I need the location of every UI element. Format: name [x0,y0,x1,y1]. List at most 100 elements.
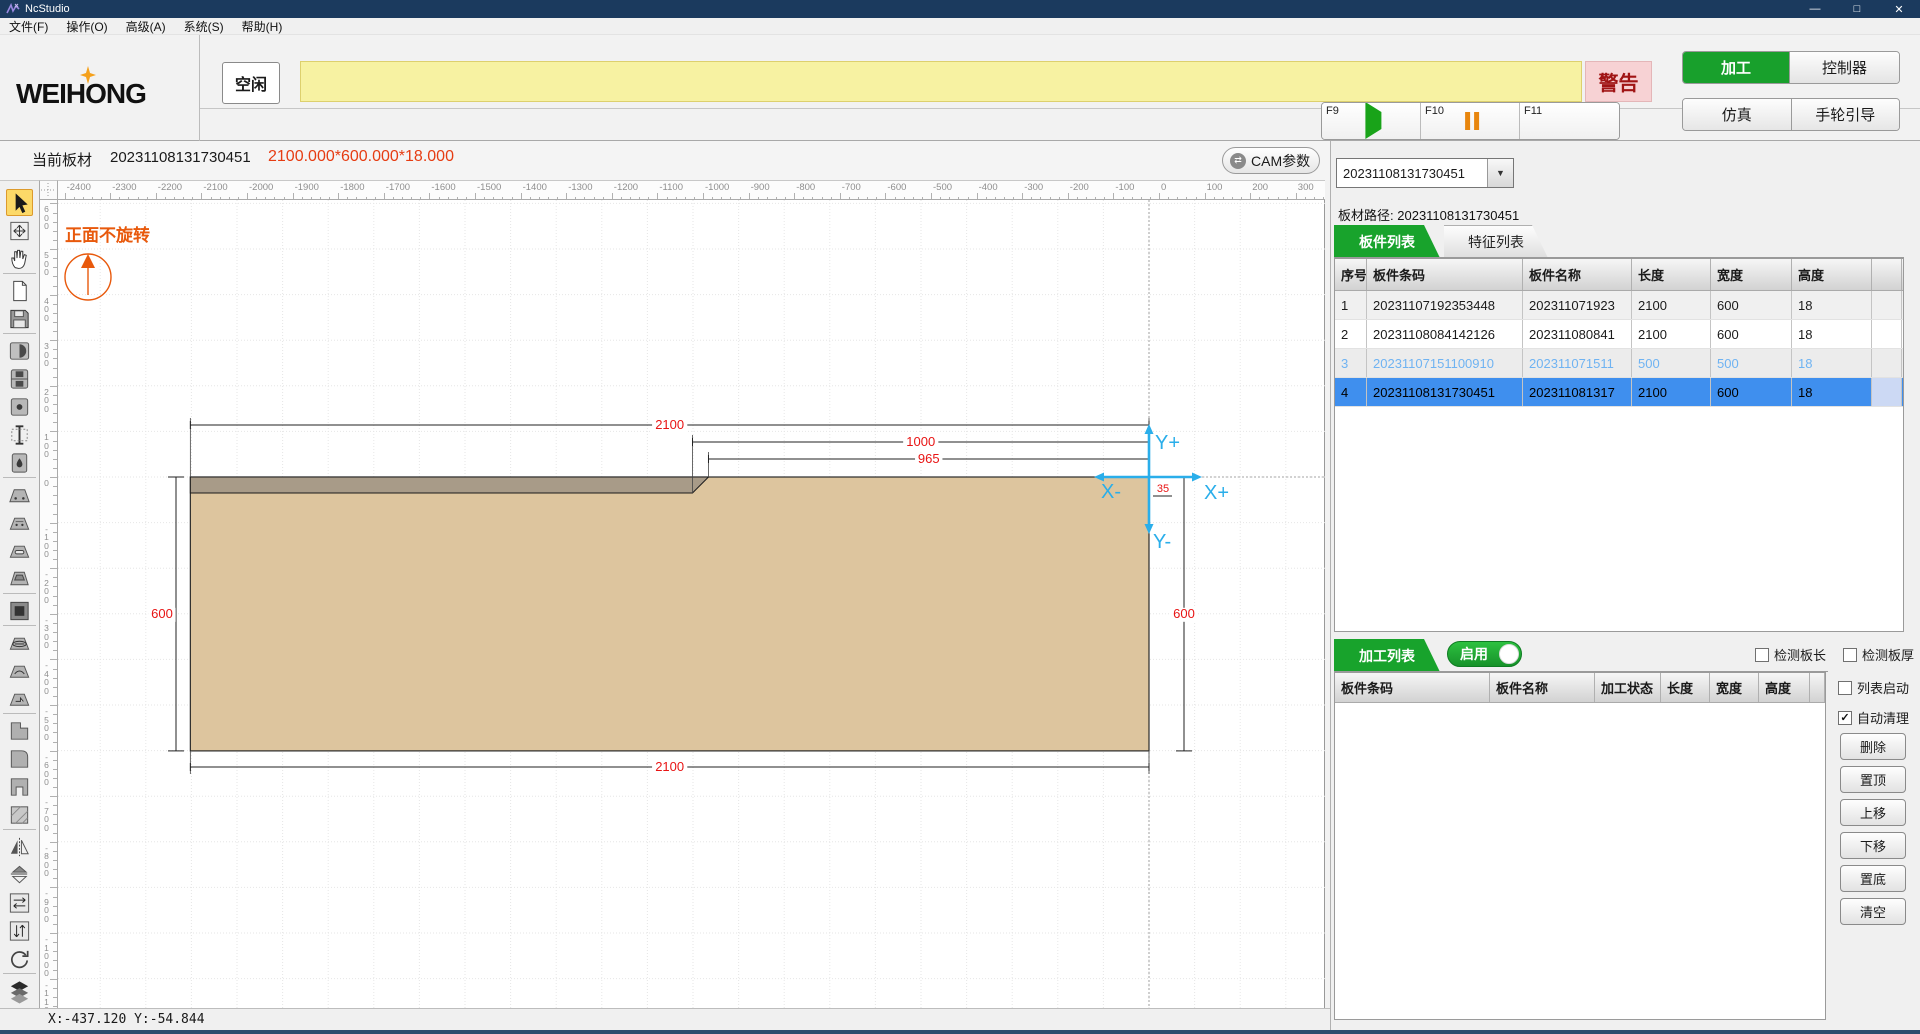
cell [1872,320,1902,348]
simulation-button[interactable]: 仿真 [1683,99,1791,130]
move-up-button[interactable]: 上移 [1840,799,1906,826]
move-down-button[interactable]: 下移 [1840,832,1906,859]
board-table-header-7[interactable] [1872,259,1902,290]
mill-open-icon[interactable] [6,685,33,712]
menu-item-系统(S)[interactable]: 系统(S) [175,18,233,35]
board-table-header-3[interactable]: 板件名称 [1523,259,1632,290]
fkey-f9-button[interactable]: F9 [1322,103,1421,139]
corner-round-icon[interactable] [6,745,33,772]
cell: 20231108131730451 [1367,378,1523,406]
mill-wide-icon[interactable] [6,481,33,508]
checkbox-label: 列表启动 [1857,678,1909,697]
save-icon[interactable] [6,305,33,332]
check-board-thickness[interactable]: 检测板厚 [1843,645,1914,664]
work-table-header-5[interactable]: 宽度 [1710,673,1759,702]
text-cursor-icon[interactable] [6,421,33,448]
menu-item-高级(A)[interactable]: 高级(A) [117,18,175,35]
mill-band-icon[interactable] [6,629,33,656]
work-table-header-6[interactable]: 高度 [1759,673,1810,702]
minimize-button[interactable]: — [1794,0,1836,18]
cell: 18 [1792,320,1872,348]
menu-item-操作(O)[interactable]: 操作(O) [57,18,116,35]
current-board-barcode: 20231108131730451 [110,149,251,166]
tab-board-list[interactable]: 板件列表 [1334,225,1440,258]
handwheel-guide-button[interactable]: 手轮引导 [1791,99,1900,130]
tab-work-list[interactable]: 加工列表 [1334,639,1440,672]
new-file-icon[interactable] [6,277,33,304]
check-auto-clean[interactable]: ✓自动清理 [1838,708,1909,727]
hand-tool-icon[interactable] [6,245,33,272]
board-table-header-6[interactable]: 高度 [1792,259,1872,290]
machine-state-button[interactable]: 空闲 [222,62,280,104]
board-table-row-3[interactable]: 32023110715110091020231107151150050018 [1335,349,1903,378]
flip-vertical-icon[interactable] [6,861,33,888]
cam-params-button[interactable]: ⇄ CAM参数 [1222,147,1320,174]
fkey-f11-button[interactable]: F11 [1520,103,1619,139]
board-clip-icon[interactable] [6,337,33,364]
chevron-down-icon[interactable]: ▼ [1487,159,1513,187]
fkey-f10-button[interactable]: F10 [1421,103,1520,139]
tab-feature-list[interactable]: 特征列表 [1444,225,1548,258]
board-table-header-4[interactable]: 长度 [1632,259,1711,290]
mill-slot-icon[interactable] [6,537,33,564]
work-table-header-3[interactable]: 加工状态 [1595,673,1661,702]
mill-dots-icon[interactable] [6,509,33,536]
mill-arc-icon[interactable] [6,657,33,684]
slot-bottom-icon[interactable] [6,773,33,800]
pointer-icon[interactable] [6,189,33,216]
window-title: NcStudio [25,3,70,15]
board-table-header-1[interactable]: 序号 [1335,259,1367,290]
pause-icon [1465,112,1479,130]
board-pin-icon[interactable] [6,393,33,420]
cell [1872,291,1902,319]
check-board-thickness-box[interactable] [1843,648,1857,662]
board-drop-icon[interactable] [6,449,33,476]
tab-machining[interactable]: 加工 [1683,52,1789,83]
board-split-icon[interactable] [6,365,33,392]
board-shape[interactable] [190,477,1149,751]
drawing-canvas[interactable]: 21001000965210060060035Y+X-X+Y-正面不旋转 [58,200,1325,1008]
enable-toggle[interactable]: 启用 [1447,641,1522,667]
board-table-row-2[interactable]: 220231108084142126202311080841210060018 [1335,320,1903,349]
board-table-row-4[interactable]: 420231108131730451202311081317210060018 [1335,378,1903,407]
board-table-header-2[interactable]: 板件条码 [1367,259,1523,290]
check-list-start[interactable]: 列表启动 [1838,678,1909,697]
work-table-header-2[interactable]: 板件名称 [1490,673,1595,702]
rotate-icon[interactable] [6,945,33,972]
close-button[interactable]: ✕ [1878,0,1920,18]
work-table-header-7[interactable] [1810,673,1825,702]
menu-item-帮助(H)[interactable]: 帮助(H) [233,18,292,35]
layers-icon[interactable] [6,977,33,1004]
clear-button[interactable]: 清空 [1840,898,1906,925]
move-tool-icon[interactable] [6,217,33,244]
checkbox[interactable]: ✓ [1838,711,1852,725]
board-select-combo[interactable]: 20231108131730451 ▼ [1336,158,1514,188]
corner-step-icon[interactable] [6,717,33,744]
check-board-length[interactable]: 检测板长 [1755,645,1826,664]
tab-controller[interactable]: 控制器 [1789,52,1899,83]
work-table-header-4[interactable]: 长度 [1661,673,1710,702]
menu-item-文件(F)[interactable]: 文件(F) [0,18,57,35]
check-board-length-box[interactable] [1755,648,1769,662]
mill-poly-icon[interactable] [6,565,33,592]
flip-horizontal-icon[interactable] [6,833,33,860]
ruler-corner [40,180,58,200]
delete-button[interactable]: 删除 [1840,733,1906,760]
square-fill-icon[interactable] [6,597,33,624]
swap-vertical-icon[interactable] [6,917,33,944]
maximize-button[interactable]: □ [1836,0,1878,18]
orientation-annotation: 正面不旋转 [65,225,150,300]
warning-badge[interactable]: 警告 [1585,61,1652,102]
enable-toggle-knob [1499,644,1519,664]
work-table-header-1[interactable]: 板件条码 [1335,673,1490,702]
checkbox[interactable] [1838,681,1852,695]
board-table-header-5[interactable]: 宽度 [1711,259,1792,290]
cell: 600 [1711,378,1792,406]
move-top-button[interactable]: 置顶 [1840,766,1906,793]
edge-band-shape[interactable] [190,477,708,493]
board-table-row-1[interactable]: 120231107192353448202311071923210060018 [1335,291,1903,320]
swap-horizontal-icon[interactable] [6,889,33,916]
move-bottom-button[interactable]: 置底 [1840,865,1906,892]
toolbar-separator [3,713,36,714]
corner-hatch-icon[interactable] [6,801,33,828]
